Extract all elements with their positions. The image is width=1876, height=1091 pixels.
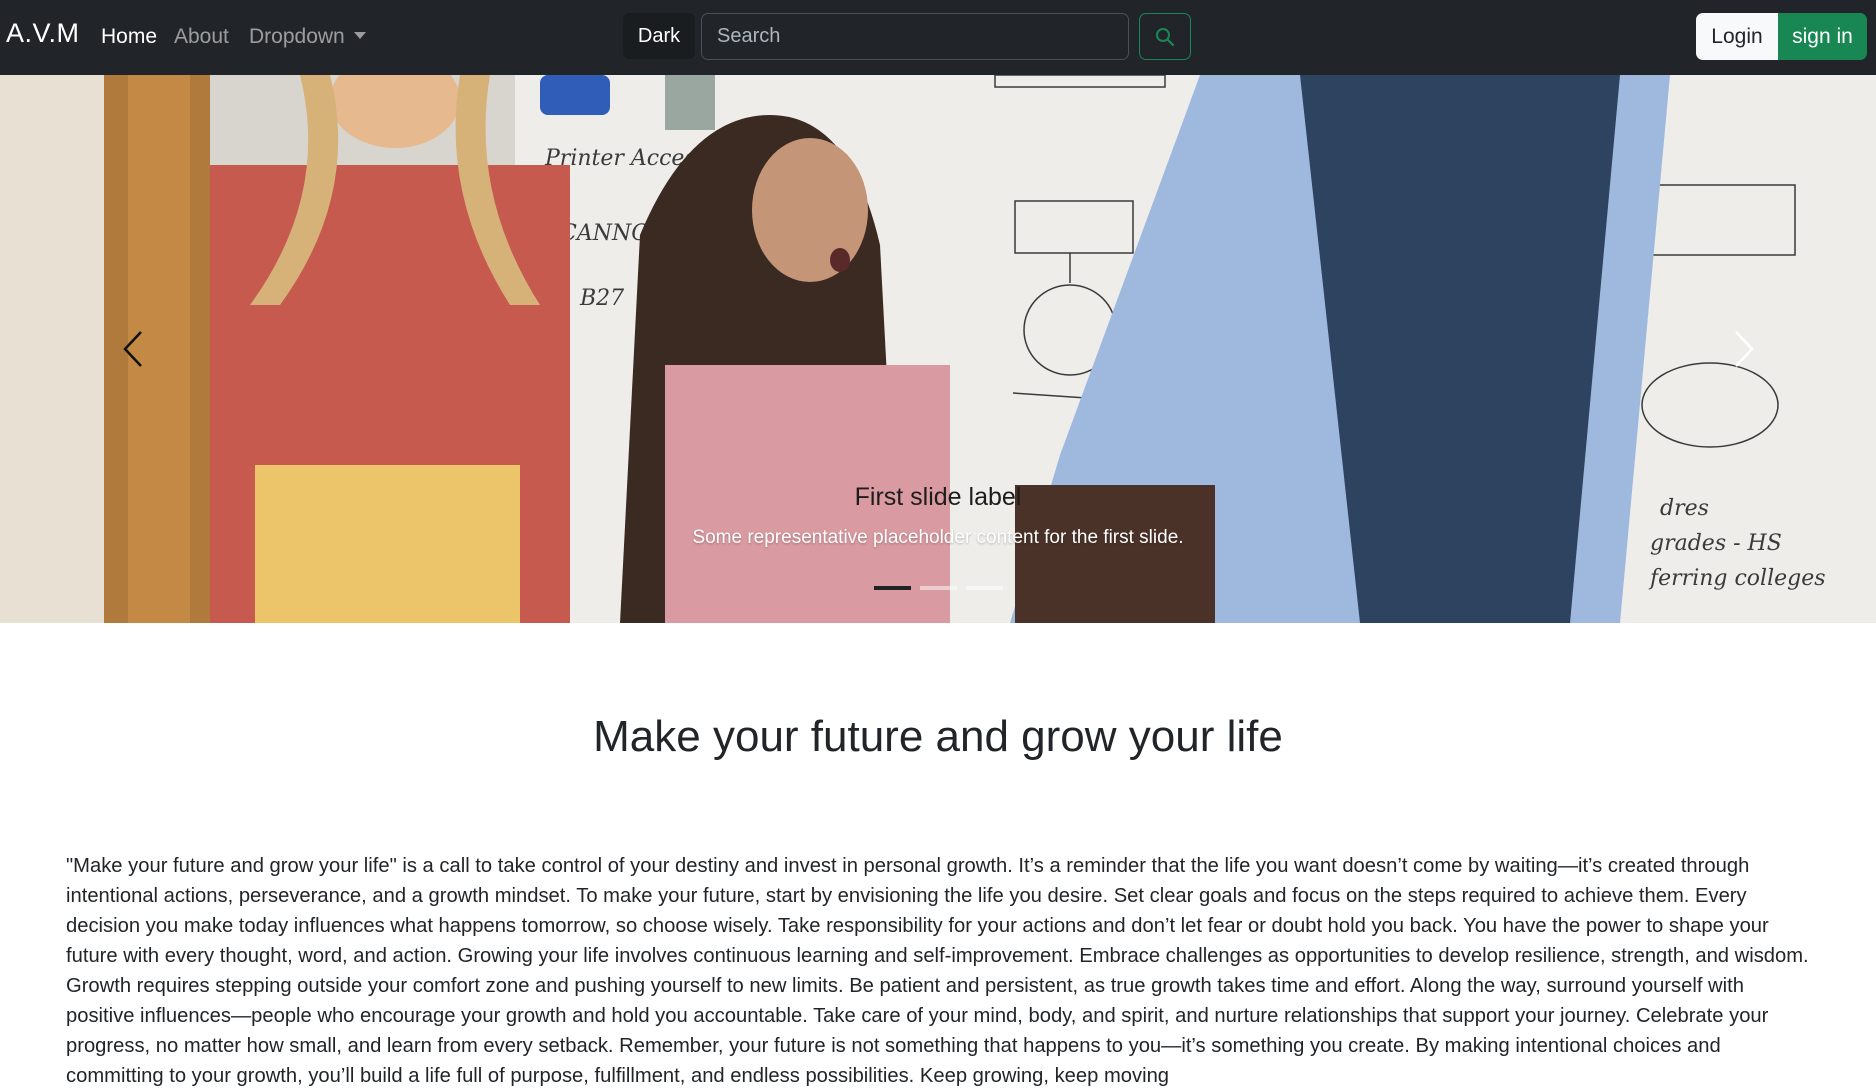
page-heading: Make your future and grow your life — [593, 712, 1283, 761]
caret-down-icon — [353, 31, 366, 39]
login-button[interactable]: Login — [1696, 13, 1778, 60]
search-button[interactable] — [1139, 13, 1191, 60]
carousel-indicator-2[interactable] — [919, 586, 957, 590]
chevron-left-icon — [122, 331, 142, 367]
chevron-right-icon — [1734, 331, 1754, 367]
svg-text:B27: B27 — [579, 286, 624, 311]
nav-dropdown-toggle[interactable]: Dropdown — [249, 25, 366, 49]
brand-logo[interactable]: A.V.M — [6, 18, 80, 49]
carousel-indicator-1[interactable] — [873, 586, 911, 590]
search-icon — [1156, 27, 1175, 46]
hero-carousel: Printer Acces CANNON B27 dres grades - H… — [0, 75, 1876, 623]
nav-dropdown-label: Dropdown — [249, 25, 345, 48]
nav-link-about[interactable]: About — [174, 25, 229, 49]
intro-paragraph: "Make your future and grow your life" is… — [66, 855, 1809, 1087]
sign-in-button[interactable]: sign in — [1778, 13, 1867, 60]
slide-caption-title: First slide label — [854, 483, 1022, 511]
search-input[interactable] — [701, 13, 1129, 60]
theme-toggle-button[interactable]: Dark — [623, 13, 695, 59]
slide-caption-text: Some representative placeholder content … — [692, 527, 1184, 548]
carousel-indicators — [0, 586, 1876, 590]
carousel-indicator-3[interactable] — [965, 586, 1003, 590]
nav-link-home[interactable]: Home — [101, 25, 157, 49]
top-navbar: A.V.M Home About Dropdown Dark Login sig… — [0, 0, 1876, 75]
